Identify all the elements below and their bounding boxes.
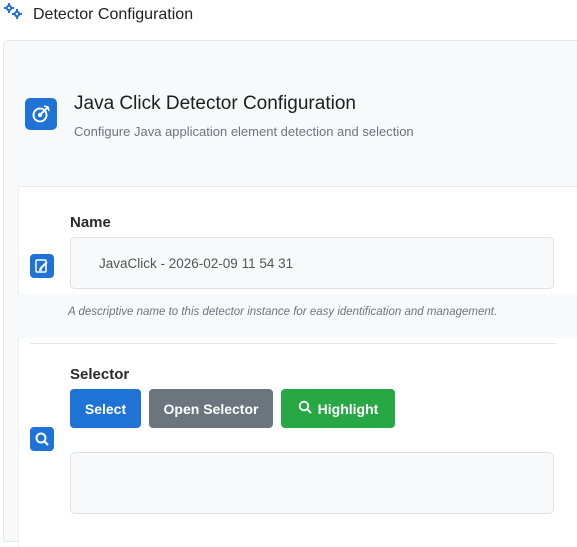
highlight-button-label: Highlight: [317, 400, 379, 417]
open-selector-button-label: Open Selector: [163, 400, 259, 417]
gears-icon: [4, 3, 26, 26]
open-selector-button[interactable]: Open Selector: [149, 389, 273, 428]
highlight-button[interactable]: Highlight: [281, 389, 395, 428]
select-button-label: Select: [84, 400, 127, 417]
page-title: Detector Configuration: [33, 6, 194, 23]
search-icon: [30, 427, 54, 451]
section-divider: [30, 343, 555, 344]
name-input[interactable]: [70, 237, 554, 289]
name-help-text: A descriptive name to this detector inst…: [68, 306, 498, 318]
target-icon: [25, 98, 57, 130]
magnifier-icon: [298, 400, 312, 417]
selector-label: Selector: [70, 366, 130, 383]
detector-title: Java Click Detector Configuration: [74, 93, 356, 114]
select-button[interactable]: Select: [70, 389, 141, 428]
detector-subtitle: Configure Java application element detec…: [74, 124, 414, 139]
selector-input[interactable]: [70, 452, 554, 514]
top-bar: Detector Configuration: [0, 0, 577, 36]
name-label: Name: [70, 214, 111, 231]
edit-icon: [30, 254, 54, 278]
